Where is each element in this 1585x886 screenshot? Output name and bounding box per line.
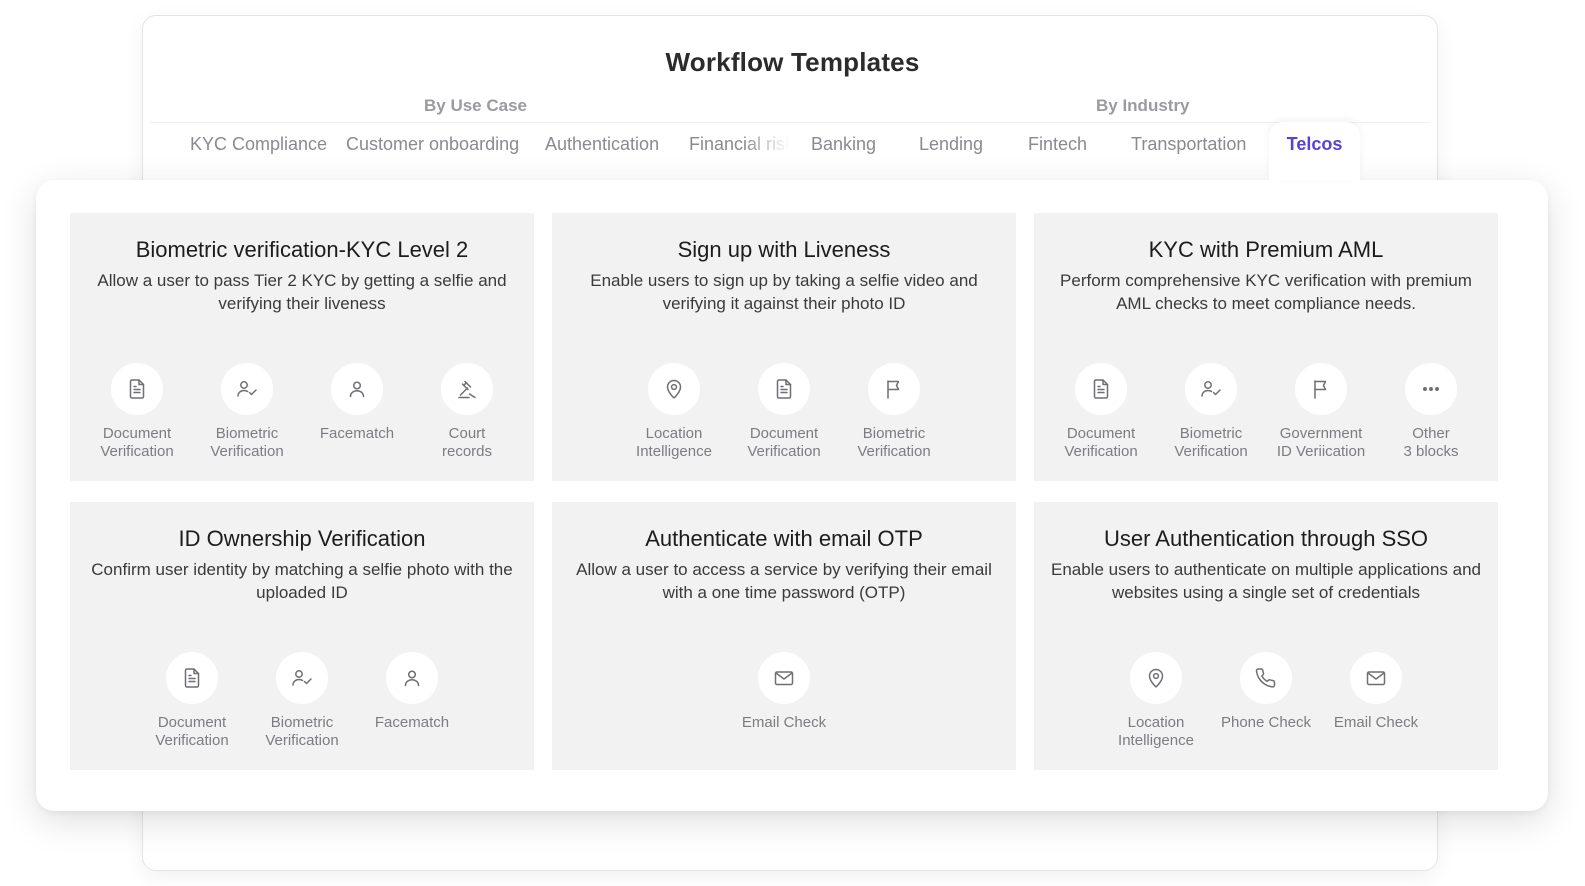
card-description: Allow a user to access a service by veri…: [576, 560, 992, 602]
block-item: Court records: [416, 363, 518, 461]
block-item: Biometric Verification: [843, 363, 945, 461]
block-item: Location Intelligence: [1105, 652, 1207, 750]
flag-icon: [1295, 363, 1347, 415]
location-icon: [648, 363, 700, 415]
card-blocks: Email Check: [552, 652, 1016, 732]
block-label: Email Check: [1333, 714, 1419, 731]
card-title: ID Ownership Verification: [178, 526, 426, 551]
block-item: Biometric Verification: [1160, 363, 1262, 461]
tab-financial-risk[interactable]: Financial risk: [689, 122, 789, 180]
card-description: Enable users to sign up by taking a self…: [590, 271, 978, 313]
biometric-icon: [1185, 363, 1237, 415]
biometric-icon: [221, 363, 273, 415]
document-icon: [758, 363, 810, 415]
block-label: Biometric Verification: [1174, 425, 1248, 460]
block-label: Location Intelligence: [1118, 714, 1194, 749]
group-label-industry: By Industry: [1096, 96, 1190, 115]
card-description: Enable users to authenticate on multiple…: [1050, 560, 1481, 602]
card-description: Allow a user to pass Tier 2 KYC by getti…: [97, 271, 507, 313]
location-icon: [1130, 652, 1182, 704]
block-label: Document Verification: [747, 425, 821, 460]
card-blocks: Document Verification Biometric Verifica…: [70, 652, 534, 750]
card-blocks: Location Intelligence Phone Check Email …: [1034, 652, 1498, 750]
block-label: Phone Check: [1220, 714, 1312, 731]
tab-fintech[interactable]: Fintech: [1028, 122, 1087, 180]
mail-icon: [1350, 652, 1402, 704]
template-tabs: KYC Compliance Customer onboarding Authe…: [0, 122, 1585, 180]
tab-authentication[interactable]: Authentication: [545, 122, 659, 180]
block-item: Biometric Verification: [251, 652, 353, 750]
card-title: Biometric verification-KYC Level 2: [135, 237, 469, 262]
flag-icon: [868, 363, 920, 415]
template-card-sign-up-liveness[interactable]: Sign up with Liveness Enable users to si…: [552, 213, 1016, 481]
block-item: Document Verification: [1050, 363, 1152, 461]
template-card-id-ownership[interactable]: ID Ownership Verification Confirm user i…: [70, 502, 534, 770]
block-label: Email Check: [741, 714, 827, 731]
block-label: Government ID Veriication: [1276, 425, 1366, 460]
block-label: Biometric Verification: [265, 714, 339, 749]
block-label: Biometric Verification: [210, 425, 284, 460]
block-label: Other 3 blocks: [1403, 425, 1459, 460]
card-title: User Authentication through SSO: [1103, 526, 1429, 551]
block-item: Other 3 blocks: [1380, 363, 1482, 461]
template-card-sso-authentication[interactable]: User Authentication through SSO Enable u…: [1034, 502, 1498, 770]
template-card-kyc-premium-aml[interactable]: KYC with Premium AML Perform comprehensi…: [1034, 213, 1498, 481]
block-label: Biometric Verification: [857, 425, 931, 460]
phone-icon: [1240, 652, 1292, 704]
block-item: Document Verification: [86, 363, 188, 461]
template-card-email-otp[interactable]: Authenticate with email OTP Allow a user…: [552, 502, 1016, 770]
tab-banking[interactable]: Banking: [811, 122, 876, 180]
mail-icon: [758, 652, 810, 704]
block-label: Document Verification: [1064, 425, 1138, 460]
card-blocks: Location Intelligence Document Verificat…: [552, 363, 1016, 461]
template-card-biometric-kyc[interactable]: Biometric verification-KYC Level 2 Allow…: [70, 213, 534, 481]
block-item: Email Check: [1325, 652, 1427, 750]
block-label: Document Verification: [100, 425, 174, 460]
card-description: Confirm user identity by matching a self…: [91, 560, 513, 602]
document-icon: [111, 363, 163, 415]
group-label-use-case: By Use Case: [424, 96, 528, 115]
block-item: Phone Check: [1215, 652, 1317, 750]
card-title: Sign up with Liveness: [677, 237, 891, 262]
block-label: Facematch: [319, 425, 395, 442]
user-icon: [386, 652, 438, 704]
block-item: Government ID Veriication: [1270, 363, 1372, 461]
tab-telcos[interactable]: Telcos: [1269, 122, 1360, 180]
tab-kyc-compliance[interactable]: KYC Compliance: [190, 122, 327, 180]
gavel-icon: [441, 363, 493, 415]
block-item: Biometric Verification: [196, 363, 298, 461]
tab-transportation[interactable]: Transportation: [1131, 122, 1246, 180]
block-item: Document Verification: [141, 652, 243, 750]
block-label: Facematch: [374, 714, 450, 731]
card-blocks: Document Verification Biometric Verifica…: [70, 363, 534, 461]
more-icon: [1405, 363, 1457, 415]
block-item: Location Intelligence: [623, 363, 725, 461]
card-description: Perform comprehensive KYC verification w…: [1060, 271, 1472, 313]
templates-grid-panel: Biometric verification-KYC Level 2 Allow…: [36, 180, 1548, 811]
card-title: KYC with Premium AML: [1148, 237, 1384, 262]
block-item: Document Verification: [733, 363, 835, 461]
block-item: Email Check: [733, 652, 835, 732]
tab-lending[interactable]: Lending: [919, 122, 983, 180]
card-blocks: Document Verification Biometric Verifica…: [1034, 363, 1498, 461]
tab-customer-onboarding[interactable]: Customer onboarding: [346, 122, 519, 180]
card-title: Authenticate with email OTP: [645, 526, 923, 551]
block-label: Document Verification: [155, 714, 229, 749]
block-label: Location Intelligence: [636, 425, 712, 460]
block-item: Facematch: [306, 363, 408, 461]
biometric-icon: [276, 652, 328, 704]
document-icon: [1075, 363, 1127, 415]
document-icon: [166, 652, 218, 704]
block-label: Court records: [441, 425, 493, 460]
page-title: Workflow Templates: [665, 47, 920, 77]
block-item: Facematch: [361, 652, 463, 750]
user-icon: [331, 363, 383, 415]
